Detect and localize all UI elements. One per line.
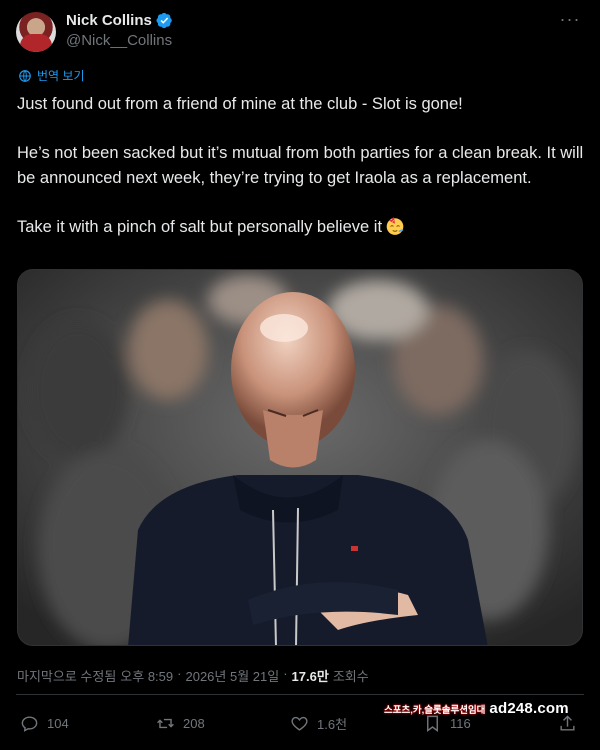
tweet-paragraph: Take it with a pinch of salt but persona…: [17, 217, 383, 236]
reply-button[interactable]: 104: [20, 714, 69, 733]
edited-label[interactable]: 마지막으로 수정됨: [17, 666, 116, 685]
bookmark-count: 116: [450, 716, 471, 731]
tweet-time[interactable]: 오후 8:59: [120, 666, 173, 685]
tweet-paragraph: He’s not been sacked but it’s mutual fro…: [17, 144, 584, 187]
tweet-paragraph: Just found out from a friend of mine at …: [17, 95, 463, 113]
meta-separator: ·: [177, 666, 182, 681]
more-horizontal-icon[interactable]: ···: [558, 10, 582, 32]
verified-badge-icon: [156, 12, 172, 29]
like-count: 1.6천: [317, 717, 348, 732]
watermark: 스포츠,카,슬롯솔루션임대 ad248.com: [384, 700, 569, 717]
meta-separator: ·: [283, 666, 288, 681]
tweet-header: Nick Collins @Nick__Collins ···: [16, 10, 584, 54]
display-name[interactable]: Nick Collins: [66, 12, 152, 29]
repost-count: 208: [183, 716, 205, 731]
tweet-date[interactable]: 2026년 5월 21일: [185, 666, 279, 685]
repost-button[interactable]: 208: [156, 714, 205, 733]
watermark-domain: ad248.com: [489, 700, 569, 717]
photo-man-crossed-arms: [18, 270, 582, 645]
author-name-row[interactable]: Nick Collins: [66, 12, 173, 29]
views-label: 조회수: [332, 669, 369, 684]
watermark-small: 스포츠,카,슬롯솔루션임대: [384, 705, 486, 716]
tweet-paragraph-last: Take it with a pinch of salt but persona…: [17, 215, 587, 240]
partying-face-emoji: [386, 216, 404, 235]
tweet-meta: 마지막으로 수정됨 오후 8:59 · 2026년 5월 21일 · 17.6만…: [17, 666, 369, 685]
like-button[interactable]: 1.6천: [290, 714, 347, 733]
translate-icon: [19, 69, 31, 82]
action-bar: 104 208 1.6천 116: [20, 714, 590, 738]
views-count: 17.6만: [291, 669, 329, 684]
translate-label: 번역 보기: [37, 69, 85, 83]
reply-icon: [21, 716, 38, 732]
heart-icon: [291, 716, 308, 731]
repost-icon: [157, 718, 174, 729]
tweet-text: Just found out from a friend of mine at …: [17, 92, 587, 239]
tweet-media-image[interactable]: [17, 269, 583, 646]
handle[interactable]: @Nick__Collins: [66, 32, 172, 49]
avatar[interactable]: [16, 12, 56, 52]
reply-count: 104: [47, 716, 69, 731]
translate-link[interactable]: 번역 보기: [18, 67, 85, 84]
divider: [16, 694, 584, 695]
